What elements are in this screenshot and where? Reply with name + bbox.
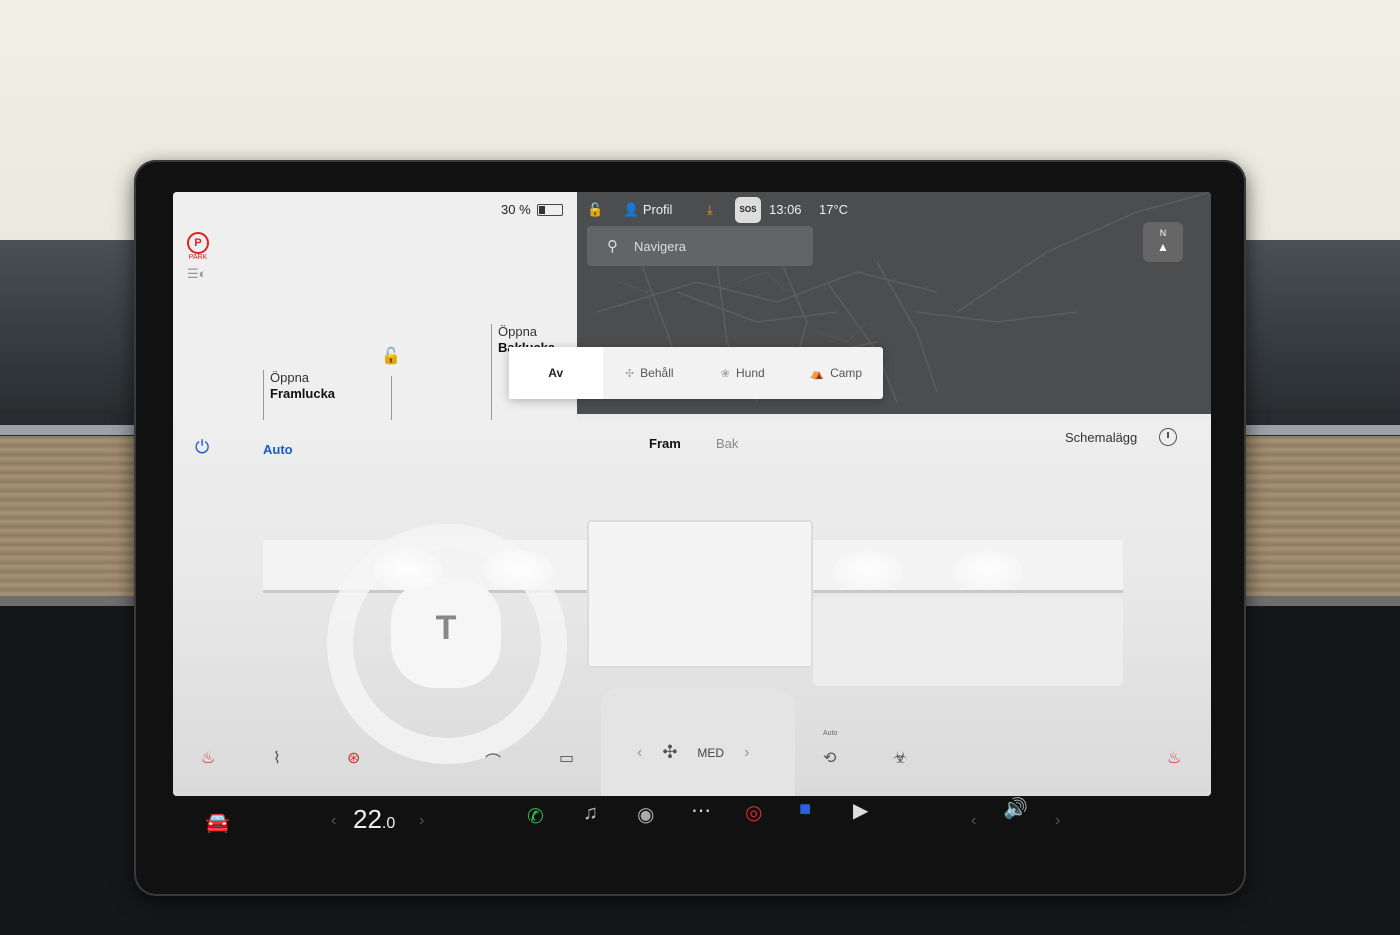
vent-airflow-left-center[interactable] (483, 550, 553, 590)
unlock-icon[interactable]: 🔓 (381, 346, 401, 366)
vent-airflow-right-center[interactable] (833, 550, 903, 590)
search-icon: ⚲ (607, 238, 618, 255)
park-icon: P (187, 232, 209, 254)
park-label: PARK (188, 254, 208, 261)
theater-icon[interactable]: ▶ (853, 798, 868, 823)
divider (391, 376, 392, 420)
temp-down-chevron-icon[interactable]: ‹ (331, 812, 336, 830)
tab-rear[interactable]: Bak (716, 436, 738, 451)
status-bar: 🔓 👤 Profil ⤓ SOS 13:06 17°C (577, 192, 1211, 228)
interior-center-screen (587, 520, 813, 668)
front-trunk-action: Öppna (270, 370, 310, 385)
compass-north-label: N (1159, 228, 1167, 238)
passenger-seat-heat-icon[interactable]: ♨ (1167, 748, 1181, 768)
mode-camp[interactable]: ⛺ Camp (790, 347, 884, 399)
car-icon[interactable]: 🚘 (205, 810, 230, 835)
recirculate-icon[interactable]: ⟲ (823, 748, 836, 768)
recirculate-auto-label: Auto (823, 730, 838, 737)
video-call-icon[interactable]: ■ (799, 798, 811, 821)
media-player-icon[interactable]: ◎ (745, 800, 762, 825)
mode-av[interactable]: Av (509, 347, 603, 399)
mode-hund[interactable]: ❀ Hund (696, 347, 790, 399)
battery-indicator: 30 % (501, 202, 563, 217)
climate-auto-button[interactable]: Auto (263, 442, 293, 457)
volume-up-chevron-icon[interactable]: › (1055, 812, 1060, 830)
front-defrost-icon[interactable]: ⌒ (485, 748, 501, 772)
volume-icon[interactable]: 🔊 (1003, 796, 1028, 821)
fan-icon: ✣ (624, 367, 635, 380)
temp-up-chevron-icon[interactable]: › (419, 812, 424, 830)
navigate-search-bar[interactable]: ⚲ Navigera (587, 226, 813, 266)
more-apps-icon[interactable]: ⋯ (691, 798, 711, 823)
music-icon[interactable]: ♫ (583, 802, 598, 825)
mode-label: Hund (736, 366, 765, 380)
vent-airflow-left[interactable] (373, 550, 443, 590)
fan-decrease-chevron-icon[interactable]: ‹ (637, 744, 642, 762)
mode-behåll[interactable]: ✣ Behåll (603, 347, 697, 399)
schedule-button[interactable]: Schemalägg (1065, 430, 1137, 445)
mode-label: Camp (830, 366, 863, 380)
cabin-temperature[interactable]: 22.0 (353, 804, 395, 835)
bioweapon-mode-icon[interactable]: ☣ (893, 748, 907, 768)
taskbar: 🚘 ‹ 22.0 › ✆ ♫ ◉ ⋯ ◎ ■ ▶ ‹ 🔊 › (173, 796, 1233, 856)
rear-window-defrost-icon[interactable]: ▭ (559, 748, 574, 768)
profile-icon: 👤 (623, 202, 643, 217)
outside-temperature: 17°C (819, 202, 849, 217)
front-trunk-label: Framlucka (270, 386, 336, 401)
temp-integer: 22 (353, 804, 382, 834)
driver-seat-heat-icon[interactable]: ♨ (201, 748, 215, 768)
profile-button[interactable]: 👤 Profil (623, 202, 672, 218)
park-indicator: P PARK (187, 232, 209, 261)
fan-speed-control: ‹ ✣ MED › (637, 742, 749, 763)
phone-icon[interactable]: ✆ (527, 804, 544, 829)
vent-airflow-right[interactable] (953, 550, 1023, 590)
rear-trunk-action: Öppna (498, 324, 538, 339)
interior-glovebox (813, 596, 1123, 686)
climate-panel: ⏻ Auto Fram Bak Schemalägg T ♨ ⌇ ⊛ ⌒ ▭ ‹… (173, 420, 1211, 796)
mode-label: Behåll (640, 366, 674, 380)
climate-mode-selector: Av ✣ Behåll ❀ Hund ⛺ Camp (509, 347, 883, 399)
profile-label: Profil (642, 202, 673, 217)
camera-icon[interactable]: ◉ (637, 802, 654, 827)
front-trunk-button[interactable]: Öppna Framlucka (263, 370, 335, 420)
steering-wheel-heat-icon[interactable]: ⊛ (347, 748, 360, 768)
compass-button[interactable]: N ▲ (1143, 222, 1183, 262)
tent-icon: ⛺ (810, 367, 825, 380)
clock-time: 13:06 (769, 202, 802, 217)
sos-button[interactable]: SOS (735, 197, 761, 223)
fan-speed-label: MED (697, 745, 725, 760)
compass-arrow-icon: ▲ (1157, 240, 1169, 254)
auto-headlights-icon: ☰◐ (187, 266, 207, 281)
lock-status-icon: 🔓 (587, 202, 604, 217)
mode-label: Av (548, 366, 564, 380)
battery-icon (536, 203, 563, 216)
tesla-logo-icon: T (391, 578, 501, 688)
battery-percent: 30 % (501, 202, 531, 217)
download-icon[interactable]: ⤓ (707, 202, 713, 218)
rear-defrost-icon[interactable]: ⌇ (273, 748, 281, 768)
temp-decimal: .0 (381, 815, 396, 832)
paw-icon: ❀ (720, 367, 731, 380)
climate-power-icon[interactable]: ⏻ (195, 438, 213, 456)
volume-down-chevron-icon[interactable]: ‹ (971, 812, 976, 830)
fan-icon: ✣ (662, 742, 678, 762)
fan-increase-chevron-icon[interactable]: › (744, 744, 749, 762)
clock-icon[interactable] (1159, 428, 1177, 446)
touchscreen: 30 % P PARK ☰◐ 🔓 Öppna Framlucka Öppna B… (173, 192, 1211, 796)
search-input[interactable]: Navigera (634, 239, 686, 254)
tab-front[interactable]: Fram (649, 436, 681, 451)
